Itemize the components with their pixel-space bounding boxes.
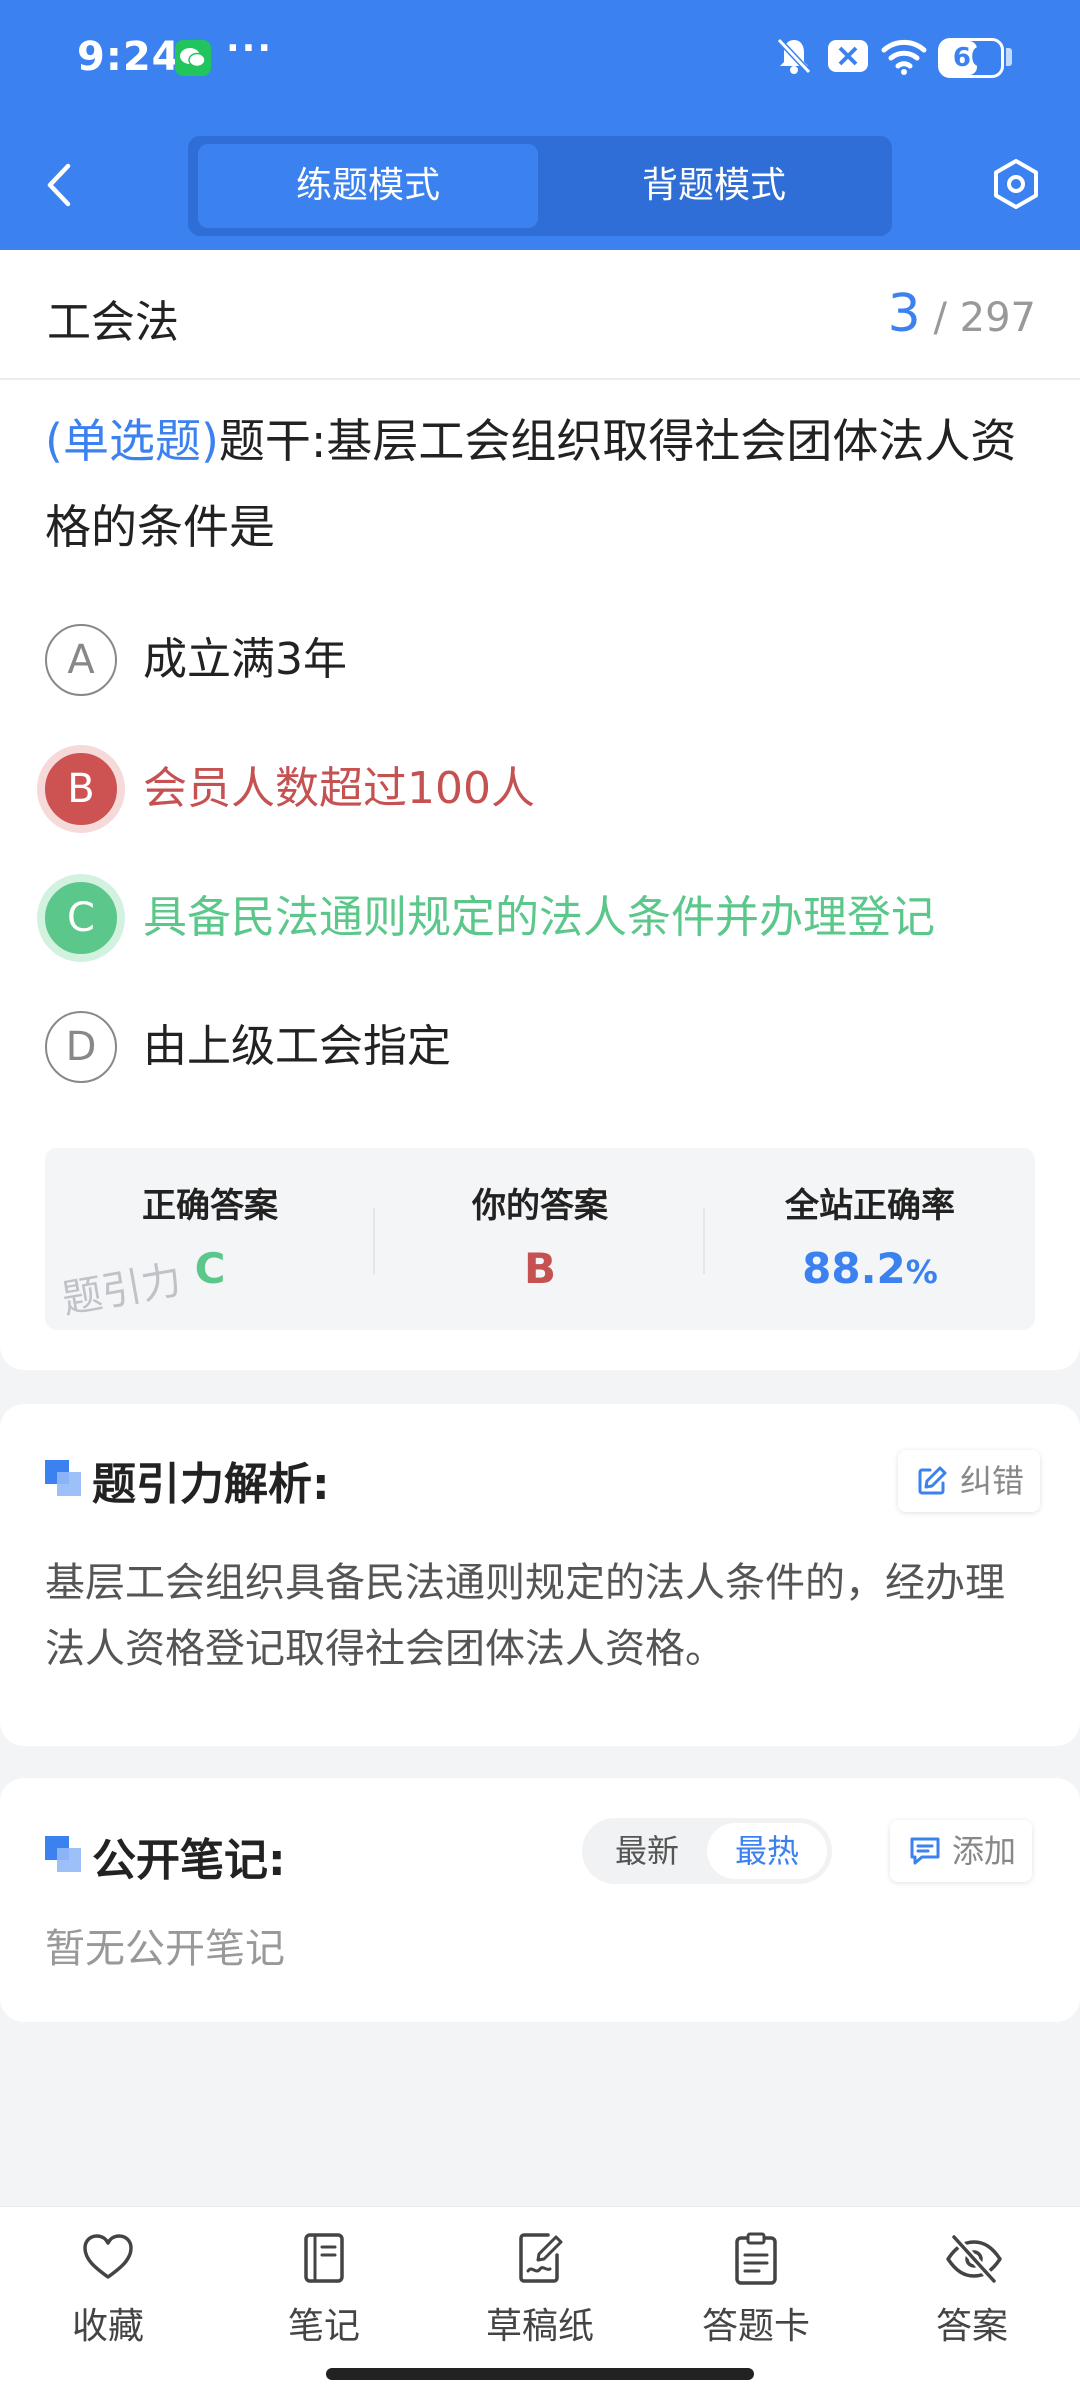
option-letter: C	[45, 882, 117, 954]
option-text: 成立满3年	[143, 634, 347, 685]
settings-hexagon-icon[interactable]	[990, 158, 1042, 210]
top-header: 9:24 ··· 60 练题模式 背题模式	[0, 0, 1080, 250]
add-note-label: 添加	[952, 1832, 1017, 1870]
answer-summary: 正确答案 C 你的答案 B 全站正确率 88.2% 题引力	[45, 1148, 1035, 1330]
mute-bell-icon	[776, 37, 812, 75]
nav-draft-paper[interactable]: 草稿纸	[460, 2231, 620, 2361]
notes-card: 公开笔记: 最新 最热 添加 暂无公开笔记	[0, 1778, 1080, 2022]
option-c[interactable]: C 具备民法通则规定的法人条件并办理登记	[45, 882, 1035, 956]
notes-sort-switch: 最新 最热	[582, 1818, 832, 1884]
nav-label: 草稿纸	[485, 2306, 594, 2347]
heart-icon	[83, 2234, 133, 2279]
chapter-title: 工会法	[47, 297, 179, 348]
chapter-title-row: 工会法 3 / 297	[0, 250, 1080, 380]
option-letter: A	[45, 624, 117, 696]
option-b[interactable]: B 会员人数超过100人	[45, 753, 1035, 827]
progress-separator: /	[933, 295, 947, 341]
notes-title: 公开笔记:	[92, 1835, 286, 1886]
total-question-count: 297	[959, 295, 1036, 341]
section-square-icon	[45, 1460, 81, 1496]
analysis-title: 题引力解析:	[92, 1459, 330, 1510]
current-question-number: 3	[887, 284, 921, 344]
accuracy-number: 88.2	[802, 1244, 906, 1293]
nav-favorite[interactable]: 收藏	[28, 2231, 188, 2361]
accuracy-label: 全站正确率	[785, 1186, 955, 1226]
status-bar: 9:24 ··· 60	[0, 0, 1080, 120]
status-time: 9:24	[77, 34, 181, 80]
comment-icon	[910, 1837, 940, 1865]
draft-paper-icon	[519, 2233, 563, 2283]
option-letter: D	[45, 1011, 117, 1083]
nav-label: 笔记	[287, 2306, 360, 2347]
option-text: 由上级工会指定	[143, 1021, 451, 1072]
question-stem: (单选题)题干:基层工会组织取得社会团体法人资格的条件是	[45, 398, 1045, 570]
battery-icon: 60	[938, 38, 1004, 78]
section-square-icon	[45, 1836, 81, 1872]
accuracy-value: 88.2%	[705, 1244, 1035, 1293]
nav-label: 答案	[935, 2306, 1008, 2347]
option-text: 具备民法通则规定的法人条件并办理登记	[143, 892, 935, 943]
back-arrow-icon[interactable]	[40, 160, 80, 210]
mode-switch: 练题模式 背题模式	[188, 136, 892, 236]
more-notifications-icon: ···	[226, 28, 274, 69]
battery-level: 60	[952, 43, 990, 73]
your-answer-label: 你的答案	[472, 1186, 608, 1226]
sort-latest[interactable]: 最新	[587, 1823, 707, 1879]
question-progress: 3 / 297	[888, 284, 1036, 344]
analysis-card: 题引力解析: 纠错 基层工会组织具备民法通则规定的法人条件的，经办理法人资格登记…	[0, 1404, 1080, 1746]
wifi-icon	[881, 39, 927, 75]
close-box-icon	[828, 40, 868, 72]
question-card: (单选题)题干:基层工会组织取得社会团体法人资格的条件是 A 成立满3年 B 会…	[0, 380, 1080, 1370]
option-a[interactable]: A 成立满3年	[45, 624, 1035, 698]
option-letter: B	[45, 753, 117, 825]
answer-card-icon	[735, 2232, 777, 2285]
option-text: 会员人数超过100人	[143, 763, 535, 814]
add-note-button[interactable]: 添加	[890, 1820, 1033, 1882]
notes-empty-text: 暂无公开笔记	[45, 1926, 285, 1972]
notebook-icon	[304, 2233, 344, 2283]
analysis-text: 基层工会组织具备民法通则规定的法人条件的，经办理法人资格登记取得社会团体法人资格…	[45, 1560, 1005, 1672]
eye-off-icon	[946, 2234, 1002, 2284]
battery-tip	[1006, 48, 1012, 66]
nav-label: 答题卡	[701, 2306, 810, 2347]
option-d[interactable]: D 由上级工会指定	[45, 1011, 1035, 1085]
tab-memorize-mode[interactable]: 背题模式	[544, 144, 884, 228]
accuracy-unit: %	[905, 1253, 938, 1291]
report-error-label: 纠错	[960, 1462, 1025, 1500]
nav-notes[interactable]: 笔记	[244, 2231, 404, 2361]
edit-pencil-icon	[918, 1466, 947, 1495]
tab-practice-mode[interactable]: 练题模式	[198, 144, 538, 228]
accuracy-col: 全站正确率 88.2%	[705, 1148, 1035, 1330]
nav-answer-toggle[interactable]: 答案	[892, 2231, 1052, 2361]
your-answer-value: B	[523, 1244, 556, 1293]
your-answer-col: 你的答案 B	[375, 1148, 705, 1330]
sort-hottest[interactable]: 最热	[707, 1823, 827, 1879]
report-error-button[interactable]: 纠错	[898, 1450, 1041, 1512]
correct-answer-label: 正确答案	[142, 1186, 278, 1226]
nav-label: 收藏	[71, 2306, 144, 2347]
home-indicator[interactable]	[326, 2368, 754, 2380]
nav-answer-card[interactable]: 答题卡	[676, 2231, 836, 2361]
question-type: (单选题)	[45, 414, 219, 468]
wechat-icon	[175, 40, 211, 76]
